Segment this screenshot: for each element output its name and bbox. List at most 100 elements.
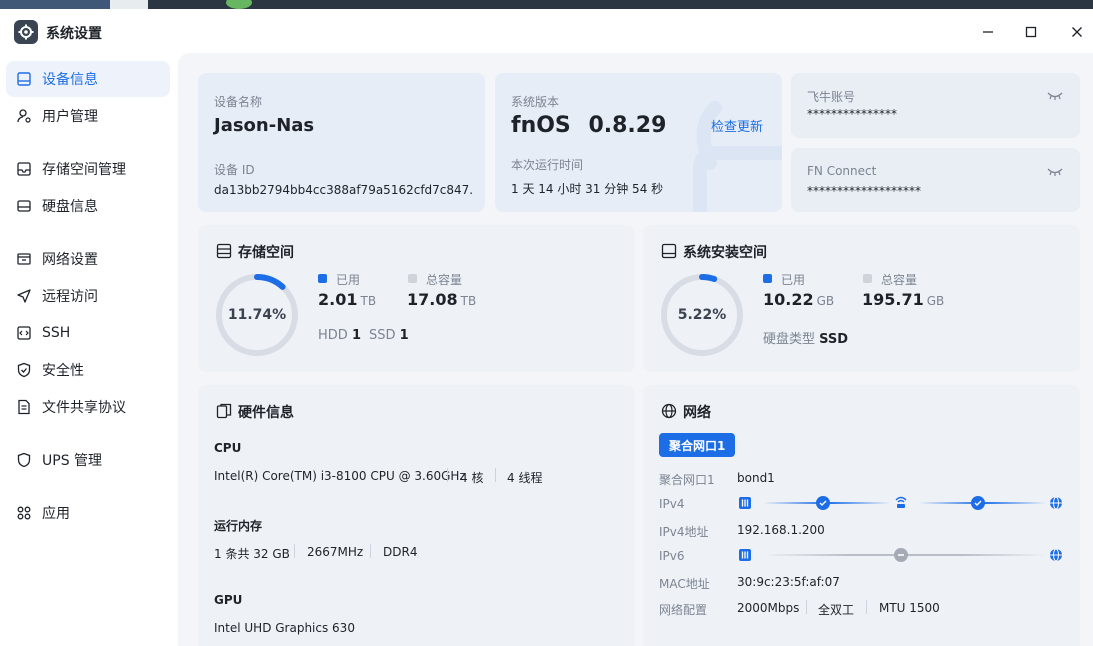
device-name-label: 设备名称 (214, 95, 263, 109)
sidebar-item-ssh[interactable]: SSH (6, 315, 170, 351)
memory-type: DDR4 (383, 545, 418, 559)
code-icon (16, 325, 32, 341)
gpu-label: GPU (214, 593, 243, 607)
device-info-card: 设备名称 Jason-Nas 设备 ID da13bb2794bb4cc388a… (198, 73, 485, 212)
sidebar-item-remote-access[interactable]: 远程访问 (6, 278, 170, 314)
hardware-title: 硬件信息 (238, 405, 294, 421)
sidebar-item-label: 安全性 (42, 363, 84, 379)
sidebar-item-label: 用户管理 (42, 109, 98, 125)
gpu-model: Intel UHD Graphics 630 (214, 621, 355, 635)
ipv4-check-icon (816, 496, 830, 510)
version-label: 系统版本 (511, 95, 560, 109)
total-legend-swatch (408, 274, 417, 283)
ssd-count: SSD 1 (369, 328, 409, 343)
total-value: 195.71 GB (862, 290, 945, 309)
disk-icon (661, 243, 677, 259)
sidebar-item-label: 远程访问 (42, 289, 98, 305)
storage-usage-percent: 11.74% (227, 307, 287, 323)
sidebar-item-users[interactable]: 用户管理 (6, 98, 170, 134)
sidebar-item-disks[interactable]: 硬盘信息 (6, 188, 170, 224)
duplex-mode: 全双工 (818, 603, 855, 617)
eye-closed-icon[interactable] (1047, 91, 1063, 101)
ipv6-disconnected-icon (894, 548, 908, 562)
sidebar-item-label: 应用 (42, 506, 70, 522)
ipv4-label: IPv4 (659, 497, 685, 511)
disk-type: 硬盘类型 SSD (763, 332, 849, 347)
router-icon (895, 496, 907, 508)
apps-grid-icon (16, 505, 32, 521)
sidebar-item-apps[interactable]: 应用 (6, 495, 170, 531)
storage-title: 存储空间 (238, 245, 294, 261)
cpu-cores: 4 核 (460, 471, 484, 485)
memory-speed: 2667MHz (307, 545, 364, 559)
send-icon (16, 288, 32, 304)
mtu-value: MTU 1500 (879, 601, 940, 615)
cpu-label: CPU (214, 441, 242, 455)
desktop-thumbnail (0, 0, 110, 9)
sidebar-item-storage[interactable]: 存储空间管理 (6, 151, 170, 187)
divider (495, 468, 496, 482)
mac-address-label: MAC地址 (659, 577, 710, 591)
used-label: 已用 (336, 273, 361, 287)
shield-icon (16, 362, 32, 378)
uptime-value: 1 天 14 小时 31 分钟 54 秒 (511, 182, 664, 196)
check-update-link[interactable]: 检查更新 (711, 116, 763, 135)
device-icon (16, 71, 32, 87)
sidebar-item-network[interactable]: 网络设置 (6, 241, 170, 277)
minimize-button[interactable] (976, 20, 1000, 44)
maximize-icon (1025, 26, 1037, 38)
ups-shield-icon (16, 452, 32, 468)
window-title: 系统设置 (46, 26, 102, 42)
cpu-model: Intel(R) Core(TM) i3-8100 CPU @ 3.60GHz (214, 469, 466, 483)
sidebar-item-label: SSH (42, 325, 71, 341)
sidebar-item-label: UPS 管理 (42, 453, 103, 469)
cpu-threads: 4 线程 (507, 471, 543, 485)
main-content: 设备名称 Jason-Nas 设备 ID da13bb2794bb4cc388a… (178, 53, 1093, 646)
eye-closed-icon[interactable] (1047, 167, 1063, 177)
fn-connect-label: FN Connect (807, 164, 877, 178)
total-value: 17.08 TB (407, 290, 477, 309)
tab-bond-interface[interactable]: 聚合网口1 (659, 433, 736, 457)
divider (447, 468, 448, 482)
system-usage-percent: 5.22% (677, 307, 727, 323)
used-value: 10.22 GB (763, 290, 835, 309)
minimize-icon (983, 31, 993, 33)
network-config-label: 网络配置 (659, 603, 708, 617)
hardware-icon (216, 403, 232, 419)
settings-window: 系统设置 设备信息 用户管理 存储空间管理 硬盘信息 网络设置 远程访问 SSH… (0, 9, 1093, 646)
memory-label: 运行内存 (214, 519, 263, 533)
used-legend-swatch (763, 274, 772, 283)
network-icon (16, 251, 32, 267)
memory-count: 1 条共 32 GB (214, 547, 290, 561)
sidebar-item-label: 文件共享协议 (42, 400, 126, 416)
desktop-thumbnail (110, 0, 252, 9)
storage-icon (216, 243, 232, 259)
hdd-count: HDD 1 (318, 328, 361, 343)
total-legend-swatch (863, 274, 872, 283)
divider (806, 600, 807, 614)
divider (370, 544, 371, 558)
storage-space-card: 存储空间 11.74% 已用 2.01 TB 总容量 17.08 TB HDD 1 … (198, 225, 635, 372)
sidebar-item-file-sharing[interactable]: 文件共享协议 (6, 389, 170, 425)
settings-gear-icon (14, 20, 38, 44)
user-icon (16, 108, 32, 124)
maximize-button[interactable] (1019, 20, 1043, 44)
sidebar-item-security[interactable]: 安全性 (6, 352, 170, 388)
ipv4-address-label: IPv4地址 (659, 525, 709, 539)
nas-device-icon (739, 549, 751, 561)
nas-device-icon (739, 497, 751, 509)
ipv6-label: IPv6 (659, 549, 685, 563)
total-label: 总容量 (881, 273, 918, 287)
sidebar-item-device-info[interactable]: 设备信息 (6, 61, 170, 97)
internet-globe-icon (1050, 496, 1062, 510)
divider (294, 544, 295, 558)
network-title: 网络 (683, 405, 711, 421)
close-button[interactable] (1065, 20, 1089, 44)
mac-address: 30:9c:23:5f:af:07 (737, 575, 840, 589)
sidebar-item-label: 存储空间管理 (42, 162, 126, 178)
internet-globe-icon (1050, 548, 1062, 562)
document-icon (16, 399, 32, 415)
os-name: fnOS (511, 113, 571, 138)
sidebar-item-ups[interactable]: UPS 管理 (6, 442, 170, 478)
fn-connect-card: FN Connect ******************* (791, 148, 1080, 212)
